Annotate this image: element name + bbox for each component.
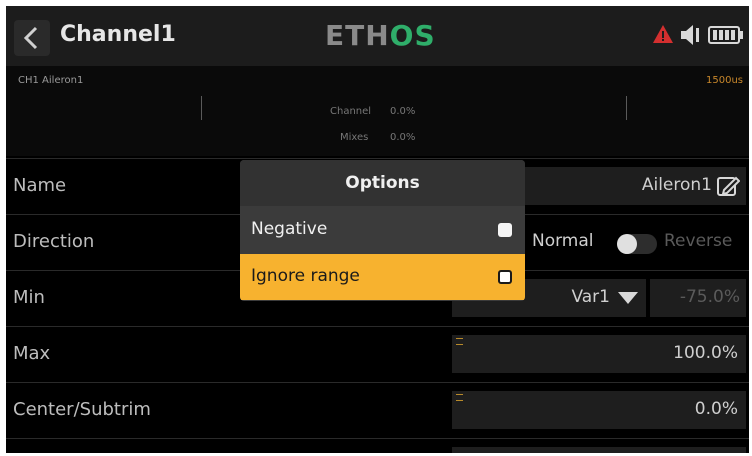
max-value-field[interactable]: 100.0% bbox=[452, 335, 746, 373]
battery-icon bbox=[708, 26, 743, 44]
direction-label: Direction bbox=[13, 231, 95, 252]
option-ignore-range-label: Ignore range bbox=[251, 266, 360, 286]
channel-monitor: CH1 Aileron1 1500us Channel 0.0% Mixes 0… bbox=[6, 66, 749, 156]
min-source-value: Var1 bbox=[571, 287, 610, 307]
min-label: Min bbox=[13, 287, 45, 308]
range-tick-right bbox=[626, 96, 627, 120]
max-label: Max bbox=[13, 343, 51, 364]
center-row: Center/Subtrim 0.0% bbox=[6, 382, 749, 437]
min-value: -75.0% bbox=[679, 287, 740, 307]
ethos-logo: ETHOS bbox=[325, 19, 436, 52]
name-label: Name bbox=[13, 175, 67, 196]
max-row: Max 100.0% bbox=[6, 326, 749, 381]
max-value: 100.0% bbox=[673, 343, 738, 363]
center-value-field[interactable]: 0.0% bbox=[452, 391, 746, 429]
back-button[interactable] bbox=[14, 20, 50, 56]
option-negative[interactable]: Negative bbox=[240, 207, 525, 253]
reverse-label: Reverse bbox=[664, 231, 733, 251]
range-tick-left bbox=[201, 96, 202, 120]
channel-row-label: Channel bbox=[330, 106, 372, 117]
center-value: 0.0% bbox=[694, 399, 738, 419]
next-row-field[interactable] bbox=[452, 447, 746, 453]
ignore-range-checkbox[interactable] bbox=[498, 270, 512, 284]
mixes-row-label: Mixes bbox=[340, 132, 369, 143]
edit-icon[interactable] bbox=[716, 175, 740, 197]
screen: Channel1 ETHOS CH1 Aileron1 1500us Chann… bbox=[6, 6, 749, 453]
min-value-field[interactable]: -75.0% bbox=[650, 279, 746, 317]
option-negative-label: Negative bbox=[251, 219, 328, 239]
output-value: 1500us bbox=[706, 75, 743, 86]
normal-label: Normal bbox=[532, 231, 594, 251]
speaker-icon[interactable] bbox=[679, 24, 703, 46]
toggle-knob bbox=[617, 234, 637, 254]
direction-toggle[interactable] bbox=[617, 234, 657, 254]
page-title: Channel1 bbox=[60, 22, 176, 47]
logo-prefix: ETH bbox=[325, 19, 390, 52]
center-label: Center/Subtrim bbox=[13, 399, 151, 420]
logo-suffix: OS bbox=[389, 19, 436, 52]
header-bar: Channel1 ETHOS bbox=[6, 6, 749, 66]
chevron-left-icon bbox=[14, 20, 50, 56]
channel-row-value: 0.0% bbox=[390, 106, 416, 117]
chevron-down-icon bbox=[618, 292, 638, 304]
channel-label: CH1 Aileron1 bbox=[18, 75, 84, 86]
alert-icon[interactable] bbox=[652, 24, 674, 44]
options-marker-icon bbox=[456, 338, 463, 345]
options-dialog: Options Negative Ignore range bbox=[240, 160, 525, 301]
next-row bbox=[6, 438, 749, 453]
mixes-row-value: 0.0% bbox=[390, 132, 416, 143]
negative-checkbox[interactable] bbox=[498, 223, 512, 237]
dialog-title: Options bbox=[240, 160, 525, 206]
options-marker-icon bbox=[456, 394, 463, 401]
option-ignore-range[interactable]: Ignore range bbox=[240, 254, 525, 300]
name-value: Aileron1 bbox=[641, 175, 712, 195]
